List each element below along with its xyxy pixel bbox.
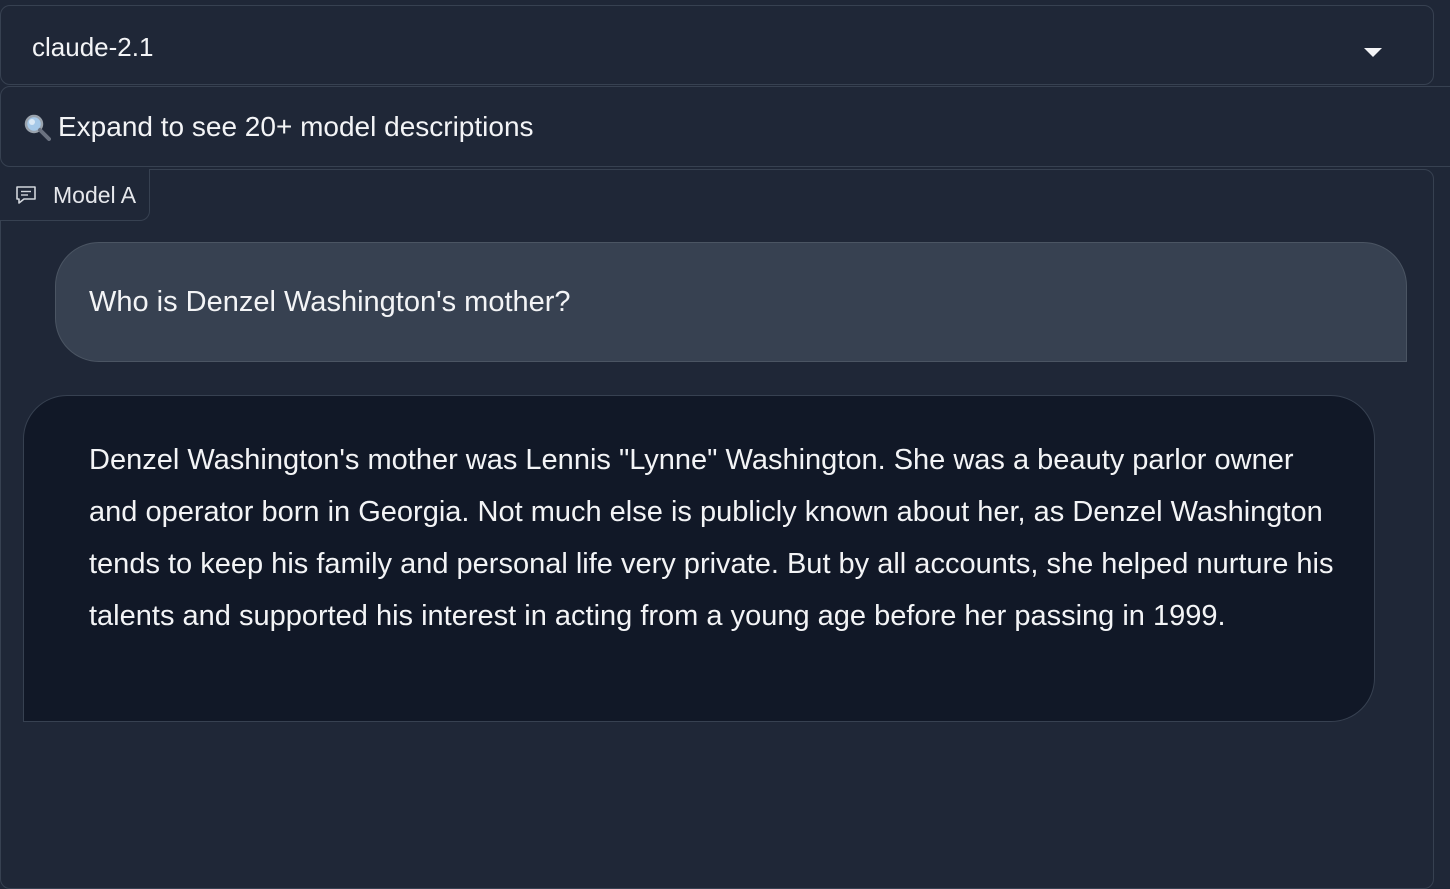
model-selector-dropdown[interactable]: claude-2.1 (0, 5, 1434, 85)
chatbot-label-tab: Model A (0, 169, 150, 221)
chatbot-tab-label: Model A (53, 182, 137, 208)
assistant-message-text: Denzel Washington's mother was Lennis "L… (89, 444, 1334, 632)
chat-bubble-icon (16, 186, 36, 204)
user-message-bubble: Who is Denzel Washington's mother? (55, 242, 1407, 362)
accordion-label: Expand to see 20+ model descriptions (58, 111, 534, 142)
model-selector-value: claude-2.1 (32, 32, 154, 62)
chevron-down-icon[interactable] (1364, 48, 1382, 57)
user-message-text: Who is Denzel Washington's mother? (89, 286, 571, 318)
model-descriptions-accordion[interactable]: Expand to see 20+ model descriptions (0, 86, 1450, 167)
magnifying-glass-icon (24, 114, 51, 141)
assistant-message-bubble: Denzel Washington's mother was Lennis "L… (23, 395, 1375, 722)
